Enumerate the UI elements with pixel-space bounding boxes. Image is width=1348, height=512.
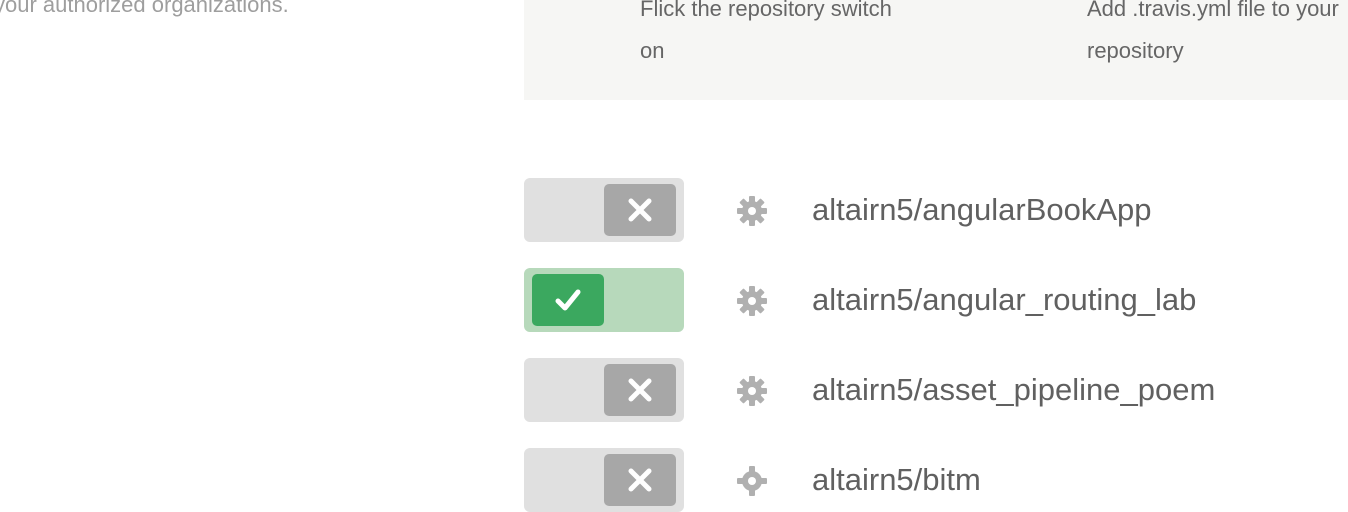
toggle-knob: [604, 184, 676, 236]
repo-toggle-switch[interactable]: [524, 178, 684, 242]
step-flick-switch: Flick the repository switch on: [640, 0, 892, 63]
gear-icon[interactable]: [736, 375, 768, 407]
repo-row: altairn5/angularBookApp: [524, 178, 1348, 242]
getting-started-steps: Flick the repository switch on Add .trav…: [524, 0, 1348, 100]
gear-icon[interactable]: [736, 195, 768, 227]
repo-name-link[interactable]: altairn5/asset_pipeline_poem: [812, 372, 1215, 408]
gear-icon[interactable]: [736, 285, 768, 317]
x-icon: [628, 468, 652, 492]
repo-name-link[interactable]: altairn5/angularBookApp: [812, 192, 1152, 228]
repo-name-link[interactable]: altairn5/angular_routing_lab: [812, 282, 1196, 318]
repo-toggle-switch[interactable]: [524, 448, 684, 512]
step-add-travis-yml: Add .travis.yml file to your repository: [1087, 0, 1339, 63]
toggle-knob: [532, 274, 604, 326]
check-icon: [555, 289, 581, 311]
gear-icon[interactable]: [736, 465, 768, 497]
repo-row: altairn5/angular_routing_lab: [524, 268, 1348, 332]
repo-toggle-switch[interactable]: [524, 358, 684, 422]
x-icon: [628, 198, 652, 222]
toggle-knob: [604, 364, 676, 416]
repo-row: altairn5/asset_pipeline_poem: [524, 358, 1348, 422]
x-icon: [628, 378, 652, 402]
repo-name-link[interactable]: altairn5/bitm: [812, 462, 981, 498]
repo-row: altairn5/bitm: [524, 448, 1348, 512]
toggle-knob: [604, 454, 676, 506]
intro-text: your authorized organizations.: [0, 0, 289, 17]
repo-toggle-switch[interactable]: [524, 268, 684, 332]
